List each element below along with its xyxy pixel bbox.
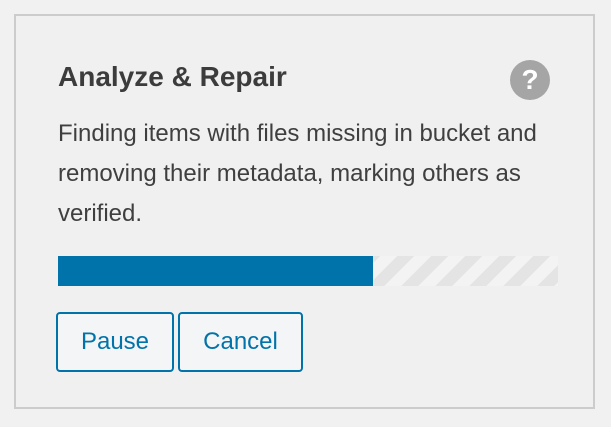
help-icon[interactable]: ? [510, 60, 550, 100]
pause-button[interactable]: Pause [56, 312, 174, 372]
progress-bar-fill [58, 256, 373, 286]
panel-description: Finding items with files missing in buck… [58, 120, 537, 227]
cancel-button[interactable]: Cancel [178, 312, 303, 372]
analyze-repair-panel: Analyze & Repair ? Finding items with fi… [14, 14, 595, 409]
progress-bar [58, 256, 558, 286]
panel-title: Analyze & Repair [58, 61, 287, 92]
